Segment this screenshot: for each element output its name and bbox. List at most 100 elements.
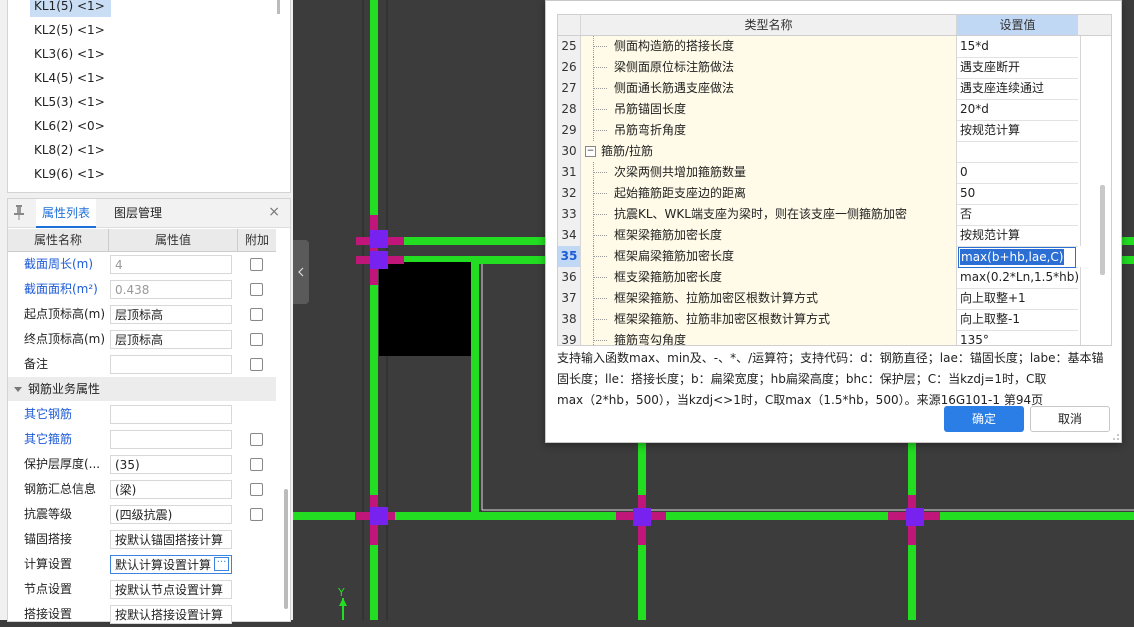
row-value[interactable]: 0 xyxy=(957,162,1081,183)
tree-item[interactable]: KL8(2) <1> xyxy=(30,139,111,161)
tab-layer-management[interactable]: 图层管理 xyxy=(108,199,168,227)
grid-row[interactable]: 28 吊筋锚固长度 20*d xyxy=(558,99,1081,121)
close-icon[interactable]: × xyxy=(268,204,280,220)
row-value[interactable]: 按规范计算 xyxy=(957,225,1081,246)
row-value[interactable]: 20*d xyxy=(957,99,1081,120)
grid-row[interactable]: 29 吊筋弯折角度 按规范计算 xyxy=(558,120,1081,142)
property-scrollbar[interactable] xyxy=(284,489,288,609)
tree-guide-line xyxy=(593,340,607,341)
row-value[interactable]: 否 xyxy=(957,204,1081,225)
cancel-button[interactable]: 取消 xyxy=(1030,406,1110,432)
extra-checkbox[interactable] xyxy=(250,483,263,496)
property-value[interactable]: 0.438 xyxy=(110,280,232,299)
grid-row[interactable]: 31 次梁两侧共增加箍筋数量 0 xyxy=(558,162,1081,184)
grid-row[interactable]: 36 框支梁箍筋加密长度 max(0.2*Ln,1.5*hb) xyxy=(558,267,1081,289)
property-row: 锚固搭接 按默认锚固搭接计算 xyxy=(8,527,276,552)
grid-row[interactable]: 34 框架梁箍筋加密长度 按规范计算 xyxy=(558,225,1081,247)
row-name: 箍筋弯勾角度 xyxy=(614,333,687,346)
property-row: 节点设置 按默认节点设置计算 xyxy=(8,577,276,602)
property-value[interactable]: 按默认锚固搭接计算 xyxy=(110,530,232,549)
extra-checkbox[interactable] xyxy=(250,333,263,346)
property-tabs: 属性列表 图层管理 × xyxy=(8,199,290,228)
property-value[interactable]: 按默认节点设置计算 xyxy=(110,580,232,599)
extra-checkbox[interactable] xyxy=(250,308,263,321)
header-extra: 附加 xyxy=(244,233,269,247)
tree-guide-line xyxy=(593,130,607,131)
tree-item[interactable]: KL1(5) <1> xyxy=(30,0,111,17)
extra-checkbox[interactable] xyxy=(250,283,263,296)
property-name: 起点顶标高(m) xyxy=(24,307,106,321)
tree-guide-line xyxy=(593,214,607,215)
property-row: 起点顶标高(m) 层顶标高 xyxy=(8,302,276,327)
collapse-arrow-icon[interactable] xyxy=(14,385,22,393)
tab-property-list[interactable]: 属性列表 xyxy=(36,199,97,228)
calc-setting-field[interactable]: 默认计算设置计算 ··· xyxy=(110,555,232,574)
pin-icon[interactable] xyxy=(14,205,24,220)
grid-row[interactable]: 25 侧面构造筋的搭接长度 15*d xyxy=(558,36,1081,58)
grid-row[interactable]: 37 框架梁箍筋、拉筋加密区根数计算方式 向上取整+1 xyxy=(558,288,1081,310)
property-value[interactable] xyxy=(110,355,232,374)
extra-checkbox[interactable] xyxy=(250,458,263,471)
grid-row[interactable]: 33 抗震KL、WKL端支座为梁时，则在该支座一侧箍筋加密 否 xyxy=(558,204,1081,226)
extra-checkbox[interactable] xyxy=(250,358,263,371)
row-value[interactable]: 按规范计算 xyxy=(957,120,1081,141)
row-value[interactable]: 遇支座断开 xyxy=(957,57,1081,78)
property-name: 锚固搭接 xyxy=(24,532,73,546)
extra-checkbox[interactable] xyxy=(250,258,263,271)
calc-settings-dialog: 类型名称 设置值 25 侧面构造筋的搭接长度 15*d 26 梁侧面原位标注筋做法 遇支座… xyxy=(545,0,1122,443)
collapse-icon[interactable]: − xyxy=(585,146,596,157)
column-block[interactable] xyxy=(379,262,471,356)
row-number: 36 xyxy=(558,267,581,288)
row-value[interactable]: 135° xyxy=(957,330,1081,345)
row-name: 抗震KL、WKL端支座为梁时，则在该支座一侧箍筋加密 xyxy=(614,207,907,221)
tree-item[interactable]: KL6(2) <0> xyxy=(30,115,111,137)
tree-item[interactable]: KL3(6) <1> xyxy=(30,43,111,65)
row-value[interactable]: 遇支座连续通过 xyxy=(957,78,1081,99)
row-value[interactable]: 50 xyxy=(957,183,1081,204)
tree-guide-line xyxy=(593,46,607,47)
row-value[interactable]: 向上取整+1 xyxy=(957,288,1081,309)
property-name: 截面面积(m²) xyxy=(24,282,98,296)
extra-checkbox[interactable] xyxy=(250,508,263,521)
property-value[interactable]: (35) xyxy=(110,455,232,474)
header-row-number xyxy=(558,15,581,35)
tree-guide-line xyxy=(593,88,607,89)
grid-row[interactable]: 30− 箍筋/拉筋 xyxy=(558,141,1081,163)
property-value[interactable] xyxy=(110,430,232,449)
grid-row[interactable]: 26 梁侧面原位标注筋做法 遇支座断开 xyxy=(558,57,1081,79)
property-value[interactable]: 层顶标高 xyxy=(110,305,232,324)
row-value[interactable]: 15*d xyxy=(957,36,1081,57)
property-value[interactable] xyxy=(110,405,232,424)
grid-row[interactable]: 35 框架扁梁箍筋加密长度 max(b+hb,lae,C) xyxy=(558,246,1078,268)
grid-row[interactable]: 27 侧面通长筋遇支座做法 遇支座连续通过 xyxy=(558,78,1081,100)
property-row: 终点顶标高(m) 层顶标高 xyxy=(8,327,276,352)
property-value[interactable]: 4 xyxy=(110,255,232,274)
row-value[interactable]: 向上取整-1 xyxy=(957,309,1081,330)
tree-item[interactable]: KL4(5) <1> xyxy=(30,67,111,89)
value-edit-input[interactable]: max(b+hb,lae,C) xyxy=(958,247,1076,268)
tree-scrollbar[interactable] xyxy=(277,0,280,14)
grid-row[interactable]: 32 起始箍筋距支座边的距离 50 xyxy=(558,183,1081,205)
panel-collapse-handle[interactable] xyxy=(293,240,309,304)
tree-item[interactable]: KL9(6) <1> xyxy=(30,163,111,185)
property-group[interactable]: 钢筋业务属性 xyxy=(8,377,276,401)
resize-grip-icon[interactable] xyxy=(1111,432,1119,440)
grid-scrollbar[interactable] xyxy=(1100,185,1105,275)
property-panel: 属性列表 图层管理 × 属性名称 属性值 附加 截面周长(m) 4 截面面积(m… xyxy=(7,198,291,624)
property-value[interactable]: (四级抗震) xyxy=(110,505,232,524)
extra-checkbox[interactable] xyxy=(250,433,263,446)
grid-row[interactable]: 39 箍筋弯勾角度 135° xyxy=(558,330,1081,346)
property-value[interactable]: 按默认搭接设置计算 xyxy=(110,605,232,624)
row-name-cell: 框架扁梁箍筋加密长度 xyxy=(581,246,957,267)
property-value[interactable]: (梁) xyxy=(110,480,232,499)
row-value[interactable] xyxy=(957,141,1081,162)
property-value[interactable]: 层顶标高 xyxy=(110,330,232,349)
more-button[interactable]: ··· xyxy=(214,557,229,571)
tree-item[interactable]: KL2(5) <1> xyxy=(30,19,111,41)
row-number: 35 xyxy=(558,246,581,267)
tree-item[interactable]: KL5(3) <1> xyxy=(30,91,111,113)
row-value[interactable]: max(0.2*Ln,1.5*hb) xyxy=(957,267,1081,288)
grid-row[interactable]: 38 框架梁箍筋、拉筋非加密区根数计算方式 向上取整-1 xyxy=(558,309,1081,331)
header-property-name: 属性名称 xyxy=(8,229,109,251)
ok-button[interactable]: 确定 xyxy=(944,406,1024,432)
